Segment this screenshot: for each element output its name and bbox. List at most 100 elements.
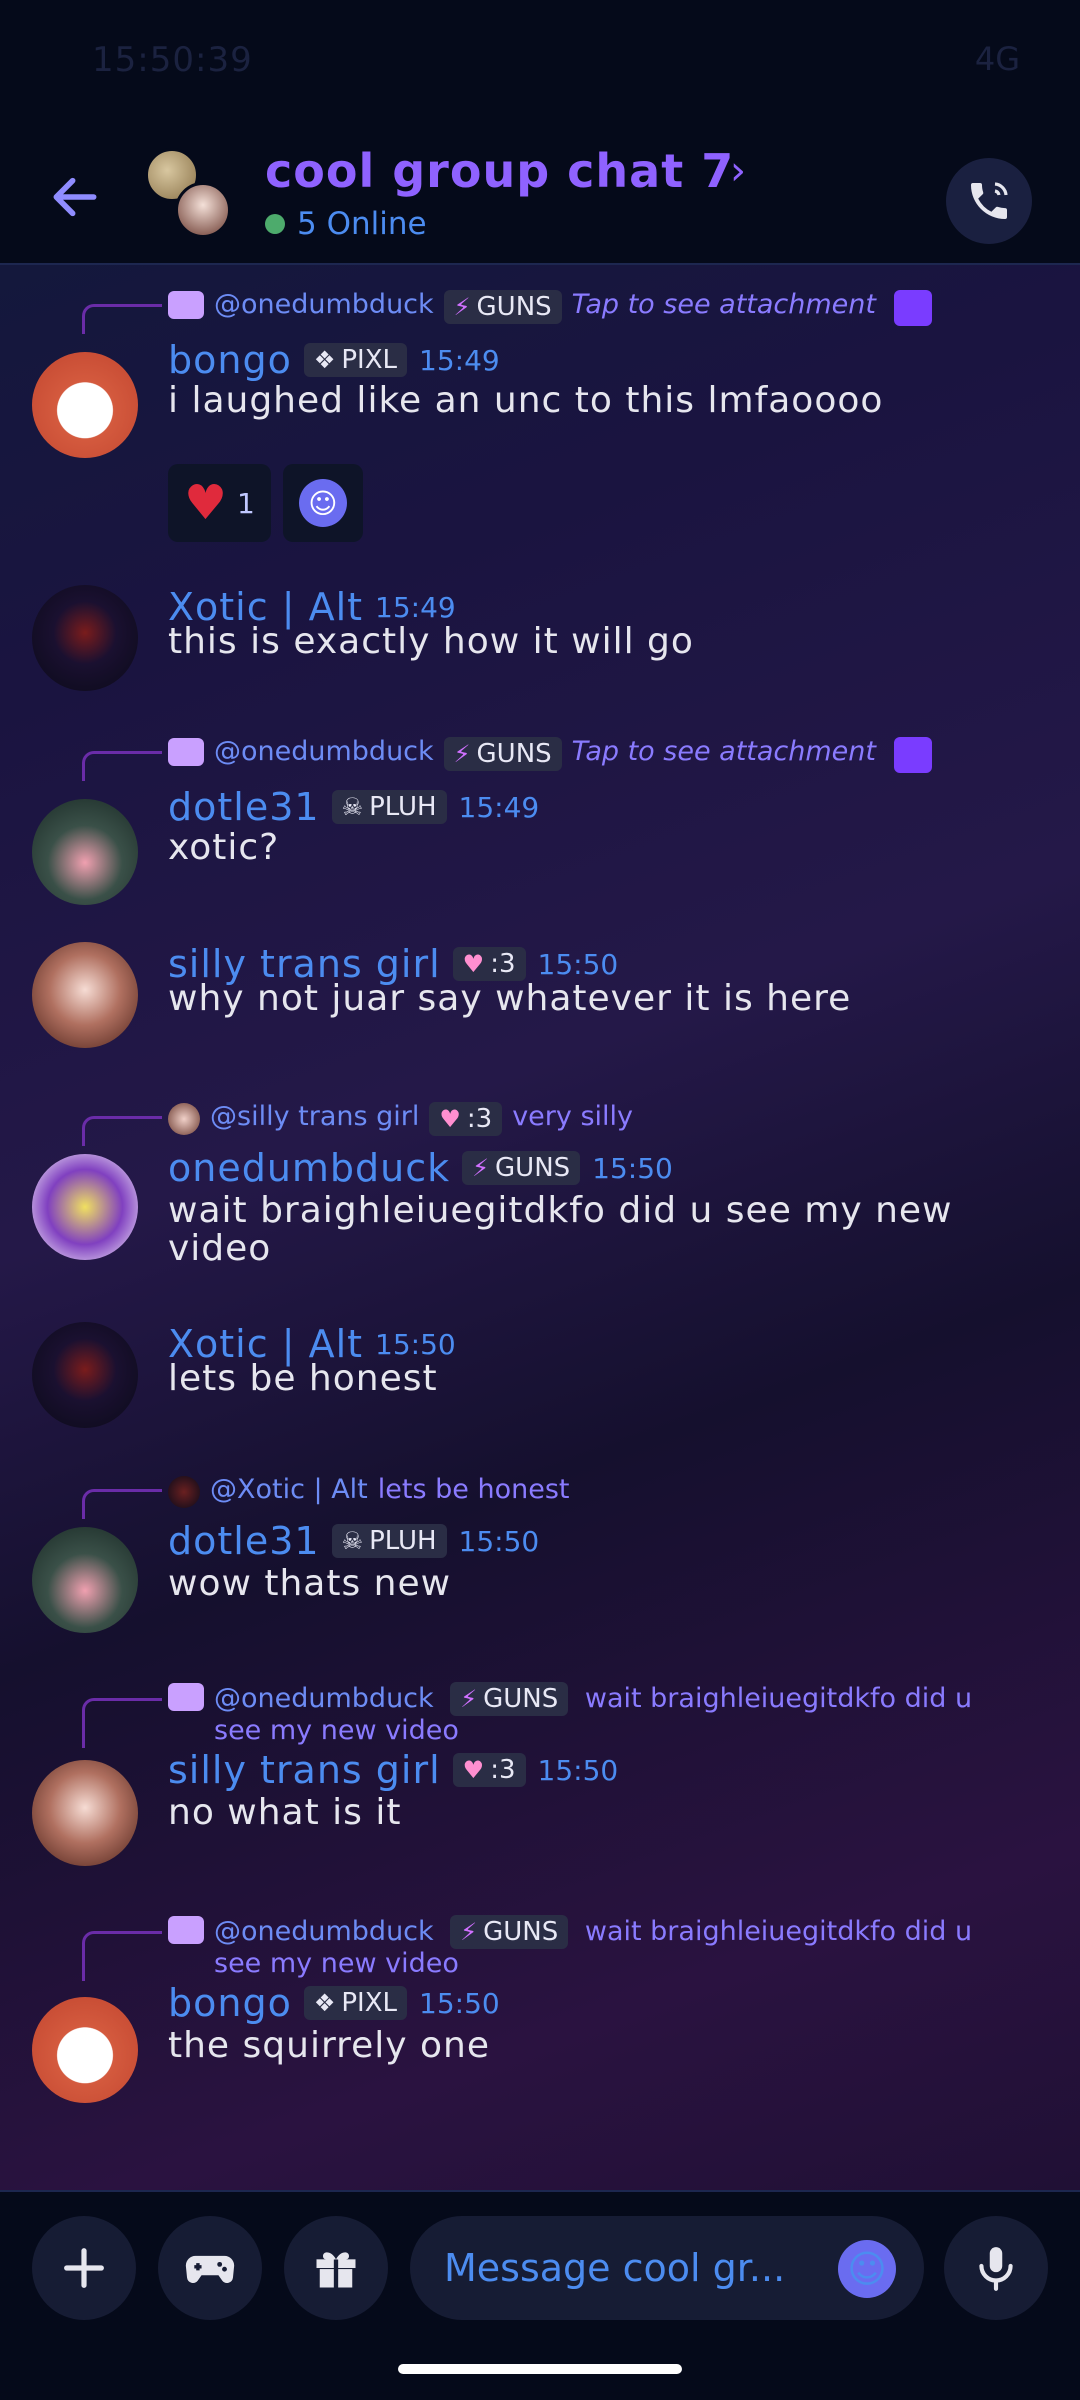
reply-badge: ⚡ GUNS [450,1682,569,1716]
timestamp: 15:50 [375,1327,456,1361]
reply-connector [82,751,162,781]
voice-button[interactable] [944,2216,1048,2320]
online-status: 5 Online [265,206,427,242]
timestamp: 15:50 [419,1986,500,2020]
group-avatar-girl [175,182,231,238]
message-list[interactable]: @onedumbduck ⚡ GUNS Tap to see attachment… [0,270,1080,2190]
timestamp: 15:49 [458,790,540,824]
message-text: wait braighleiuegitdkfo did u see my new… [168,1190,953,1269]
message-input[interactable]: Message cool gr... ☺ [410,2216,924,2320]
gift-icon [316,2252,356,2288]
user-badge: ☠ PLUH [331,1524,447,1558]
gamepad-icon [185,2255,235,2283]
reactions: ♥ 1 ☺ [168,464,363,542]
add-button[interactable] [32,2216,136,2320]
diamond-icon: ❖ [313,346,336,374]
username[interactable]: dotle31 [168,785,320,829]
reply-preview[interactable]: @Xotic | Alt lets be honest [168,1475,998,1508]
message-header: dotle31 ☠ PLUH 15:50 [168,1519,539,1563]
username[interactable]: bongo [168,1981,292,2025]
reply-body: @onedumbduck ⚡ GUNS wait braighleiuegitdk… [214,1682,998,1746]
avatar[interactable] [32,1760,138,1866]
home-indicator[interactable] [398,2364,682,2374]
add-reaction-button[interactable]: ☺ [282,464,363,542]
timestamp: 15:50 [592,1151,673,1185]
group-avatar[interactable] [145,148,235,238]
gift-button[interactable] [284,2216,388,2320]
lightning-icon: ⚡ [460,1685,478,1713]
reply-name: @onedumbduck [214,1916,434,1947]
lightning-icon: ⚡ [472,1154,490,1182]
reply-name: @Xotic | Alt [210,1474,368,1505]
reaction-count: 1 [237,486,255,520]
username[interactable]: dotle31 [168,1519,320,1563]
composer-bar: Message cool gr... ☺ [0,2190,1080,2400]
reply-preview[interactable]: @onedumbduck ⚡ GUNS Tap to see attachment [168,290,998,326]
user-badge: ♥:3 [452,947,526,981]
lightning-icon: ⚡ [453,293,471,321]
message-header: bongo ❖ PIXL 15:49 [168,338,500,382]
reply-preview[interactable]: @onedumbduck ⚡ GUNS wait braighleiuegitdk… [168,1915,998,1979]
group-title[interactable]: cool group chat 7 [265,144,734,198]
reply-text: lets be honest [377,1474,570,1505]
chevron-right-icon[interactable]: › [730,148,746,194]
avatar[interactable] [32,1322,138,1428]
reply-avatar [168,1103,200,1135]
username[interactable]: bongo [168,338,292,382]
heart-icon: ♥ [462,1756,485,1784]
reply-name: @onedumbduck [214,736,434,767]
message-text: i laughed like an unc to this lmfaoooo [168,380,884,421]
user-badge: ❖ PIXL [303,343,407,377]
reply-preview[interactable]: @onedumbduck ⚡ GUNS Tap to see attachment [168,737,998,773]
reply-text: very silly [512,1101,634,1132]
diamond-icon: ❖ [313,1989,336,2017]
message-placeholder: Message cool gr... [444,2246,786,2290]
heart-icon: ♥ [462,950,485,978]
username[interactable]: onedumbduck [168,1146,450,1190]
image-icon [894,290,932,326]
status-time: 15:50:39 [92,40,253,80]
reply-name: @onedumbduck [214,289,434,320]
reply-avatar [168,1916,204,1944]
emoji-button[interactable]: ☺ [838,2240,896,2298]
reply-connector [82,1931,162,1981]
reaction-heart[interactable]: ♥ 1 [168,464,271,542]
games-button[interactable] [158,2216,262,2320]
avatar[interactable] [32,1997,138,2103]
chat-header: cool group chat 7 › 5 Online [0,120,1080,265]
reply-name: @silly trans girl [210,1101,420,1132]
avatar[interactable] [32,799,138,905]
skull-icon: ☠ [341,793,364,821]
status-network: 4G [974,40,1020,78]
smile-icon: ☺ [298,479,347,527]
reply-connector [82,1116,162,1146]
username[interactable]: silly trans girl [168,1748,441,1792]
status-bar: 15:50:39 4G [0,0,1080,120]
avatar[interactable] [32,352,138,458]
online-dot-icon [265,214,285,234]
avatar[interactable] [32,1154,138,1260]
smile-icon: ☺ [847,2247,887,2291]
reply-badge: ⚡ GUNS [443,290,562,324]
heart-icon: ♥ [439,1105,461,1133]
heart-icon: ♥ [184,475,228,531]
timestamp: 15:50 [537,1753,619,1787]
avatar[interactable] [32,1527,138,1633]
arrow-left-icon [53,177,97,217]
phone-call-icon [971,182,1008,219]
call-button[interactable] [946,158,1032,244]
reply-badge: ⚡ GUNS [450,1915,569,1949]
reply-text: Tap to see attachment [571,736,876,767]
back-button[interactable] [40,162,110,232]
reply-text: Tap to see attachment [571,289,876,320]
message-text: why not juar say whatever it is here [168,978,852,1019]
user-badge: ☠ PLUH [331,790,447,824]
avatar[interactable] [32,942,138,1048]
reply-name: @onedumbduck [214,1683,434,1714]
timestamp: 15:49 [375,590,456,624]
reply-avatar [168,291,204,319]
reply-preview[interactable]: @silly trans girl ♥:3 very silly [168,1102,998,1136]
reply-preview[interactable]: @onedumbduck ⚡ GUNS wait braighleiuegitdk… [168,1682,998,1746]
lightning-icon: ⚡ [460,1918,478,1946]
avatar[interactable] [32,585,138,691]
